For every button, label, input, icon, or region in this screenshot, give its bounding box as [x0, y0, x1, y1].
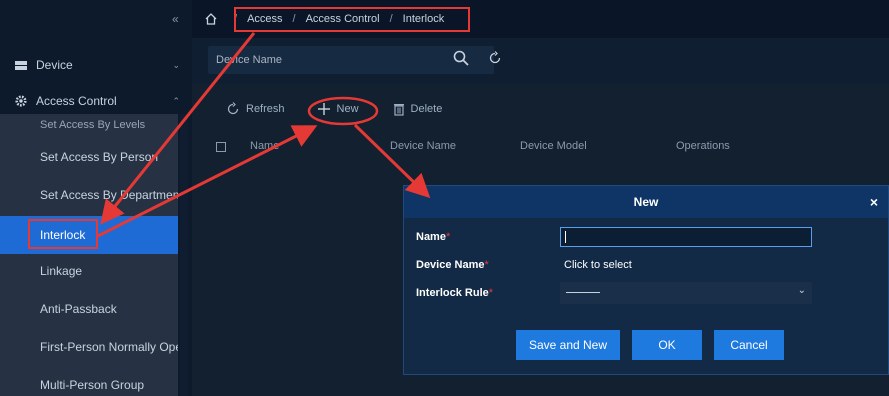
- required-mark: *: [445, 231, 451, 243]
- nav-device[interactable]: Device ⌄: [0, 48, 192, 82]
- interlock-rule-select[interactable]: ⌄: [560, 282, 812, 304]
- name-field[interactable]: [560, 227, 812, 247]
- search-row: [192, 38, 889, 84]
- column-header-name[interactable]: Name: [250, 140, 279, 152]
- ok-button[interactable]: OK: [632, 330, 702, 360]
- select-all-checkbox[interactable]: [216, 142, 226, 152]
- annotation-box-interlock: [28, 219, 98, 249]
- toolbar: Refresh New Delete: [192, 94, 442, 124]
- text-caret: [565, 231, 566, 243]
- sidebar-scrollbar[interactable]: [180, 114, 188, 396]
- new-interlock-dialog: New × Name* Device Name* Click to select…: [403, 185, 889, 375]
- name-label-text: Name: [416, 231, 446, 243]
- chevron-down-icon: ⌄: [172, 59, 180, 70]
- gear-icon: [15, 95, 27, 107]
- plus-icon: [317, 103, 330, 115]
- sidebar-item-label: Linkage: [40, 264, 83, 278]
- column-header-device-model[interactable]: Device Model: [520, 140, 587, 152]
- sidebar-item-anti-passback[interactable]: Anti-Passback: [0, 290, 178, 328]
- sidebar-item-multi-person-group[interactable]: Multi-Person Group: [0, 366, 178, 396]
- sidebar-item-set-access-by-department[interactable]: Set Access By Department: [0, 176, 178, 214]
- sidebar-item-partial[interactable]: Set Access By Levels: [40, 119, 145, 131]
- refresh-icon: [227, 102, 239, 115]
- nav-device-label: Device: [36, 58, 73, 72]
- sidebar-item-label: Set Access By Person: [40, 150, 159, 164]
- sidebar-item-label: Set Access By Department: [40, 188, 178, 202]
- column-header-operations: Operations: [676, 140, 730, 152]
- close-icon[interactable]: ×: [870, 194, 878, 210]
- nav-access-control-label: Access Control: [36, 94, 117, 108]
- dialog-header: New: [404, 186, 888, 218]
- sidebar-item-label: Anti-Passback: [40, 302, 117, 316]
- select-placeholder-dash: [566, 292, 600, 293]
- sidebar-item-set-access-by-person[interactable]: Set Access By Person: [0, 138, 178, 176]
- reset-icon[interactable]: [488, 51, 502, 65]
- chevron-down-icon: ⌄: [797, 285, 806, 296]
- refresh-button[interactable]: Refresh: [226, 102, 285, 116]
- name-field-label: Name*: [416, 231, 450, 243]
- nav-access-control[interactable]: Access Control ⌃: [0, 84, 192, 118]
- home-icon[interactable]: [204, 12, 218, 26]
- sidebar-item-first-person-normally-open[interactable]: First-Person Normally Open: [0, 328, 178, 366]
- device-icon: [15, 61, 27, 70]
- device-name-field-label: Device Name*: [416, 259, 489, 271]
- sidebar-item-label: First-Person Normally Open: [40, 340, 178, 354]
- sidebar-item-linkage[interactable]: Linkage: [0, 252, 178, 290]
- device-name-search-input[interactable]: [208, 46, 428, 74]
- rule-label-text: Interlock Rule: [416, 287, 489, 299]
- column-header-device-name[interactable]: Device Name: [390, 140, 456, 152]
- search-icon[interactable]: [452, 49, 470, 67]
- delete-button[interactable]: Delete: [393, 102, 443, 116]
- sidebar-item-label: Multi-Person Group: [40, 378, 145, 392]
- refresh-label: Refresh: [246, 103, 285, 115]
- new-button[interactable]: New: [317, 102, 359, 116]
- annotation-box-breadcrumb: [234, 7, 470, 32]
- dialog-title: New: [633, 195, 659, 209]
- cancel-button[interactable]: Cancel: [714, 330, 784, 360]
- access-control-submenu: Set Access By Person Set Access By Depar…: [0, 114, 178, 396]
- interlock-rule-field-label: Interlock Rule*: [416, 287, 493, 299]
- required-mark: *: [484, 259, 489, 271]
- new-label: New: [336, 103, 359, 115]
- delete-label: Delete: [410, 103, 443, 115]
- device-select-link[interactable]: Click to select: [564, 259, 632, 271]
- trash-icon: [393, 104, 404, 116]
- sidebar: « Device ⌄ Access Control ⌃ Set Access B…: [0, 0, 192, 396]
- save-and-new-button[interactable]: Save and New: [516, 330, 620, 360]
- collapse-sidebar-icon[interactable]: «: [172, 12, 179, 26]
- required-mark: *: [488, 287, 494, 299]
- device-label-text: Device Name: [416, 259, 485, 271]
- chevron-up-icon: ⌃: [172, 95, 180, 106]
